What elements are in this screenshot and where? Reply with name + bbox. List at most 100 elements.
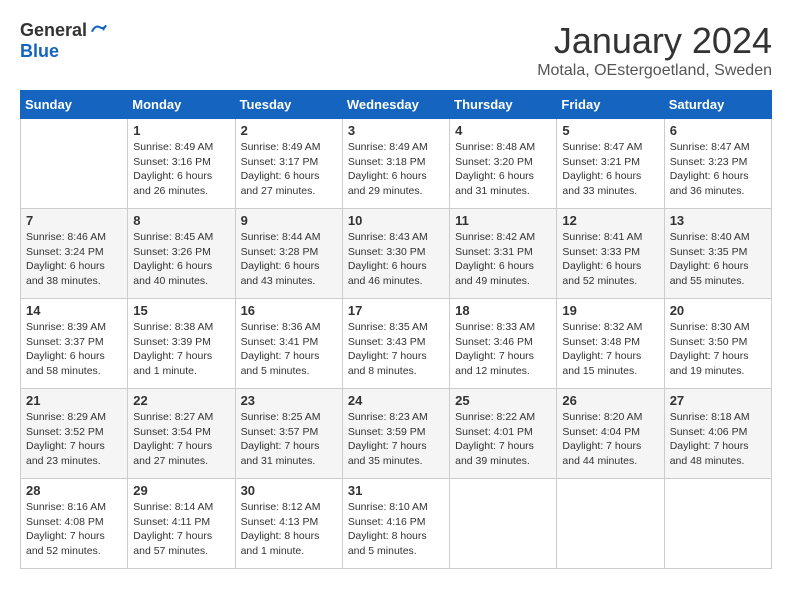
calendar-cell: 4 Sunrise: 8:48 AM Sunset: 3:20 PM Daylig… (450, 119, 557, 209)
title-section: January 2024 Motala, OEstergoetland, Swe… (537, 20, 772, 80)
day-number: 31 (348, 483, 444, 498)
day-info: Sunrise: 8:48 AM Sunset: 3:20 PM Dayligh… (455, 140, 551, 199)
calendar-cell: 21 Sunrise: 8:29 AM Sunset: 3:52 PM Dayli… (21, 389, 128, 479)
day-info: Sunrise: 8:49 AM Sunset: 3:18 PM Dayligh… (348, 140, 444, 199)
day-info: Sunrise: 8:33 AM Sunset: 3:46 PM Dayligh… (455, 320, 551, 379)
logo: General Blue (20, 20, 109, 62)
day-info: Sunrise: 8:12 AM Sunset: 4:13 PM Dayligh… (241, 500, 337, 559)
logo-general-text: General (20, 20, 87, 41)
day-info: Sunrise: 8:29 AM Sunset: 3:52 PM Dayligh… (26, 410, 122, 469)
day-number: 15 (133, 303, 229, 318)
calendar-cell (21, 119, 128, 209)
day-info: Sunrise: 8:23 AM Sunset: 3:59 PM Dayligh… (348, 410, 444, 469)
day-info: Sunrise: 8:38 AM Sunset: 3:39 PM Dayligh… (133, 320, 229, 379)
calendar-cell (450, 479, 557, 569)
calendar-cell: 6Sunrise: 8:47 AM Sunset: 3:23 PM Daylig… (664, 119, 771, 209)
day-number: 24 (348, 393, 444, 408)
calendar-cell: 31 Sunrise: 8:10 AM Sunset: 4:16 PM Dayli… (342, 479, 449, 569)
day-info: Sunrise: 8:41 AM Sunset: 3:33 PM Dayligh… (562, 230, 658, 289)
calendar-cell: 28Sunrise: 8:16 AM Sunset: 4:08 PM Dayli… (21, 479, 128, 569)
calendar-cell: 24 Sunrise: 8:23 AM Sunset: 3:59 PM Dayli… (342, 389, 449, 479)
weekday-header-saturday: Saturday (664, 91, 771, 119)
calendar-cell: 30 Sunrise: 8:12 AM Sunset: 4:13 PM Dayli… (235, 479, 342, 569)
day-info: Sunrise: 8:40 AM Sunset: 3:35 PM Dayligh… (670, 230, 766, 289)
calendar-cell: 2Sunrise: 8:49 AM Sunset: 3:17 PM Daylig… (235, 119, 342, 209)
day-number: 3 (348, 123, 444, 138)
calendar-cell: 15 Sunrise: 8:38 AM Sunset: 3:39 PM Dayli… (128, 299, 235, 389)
day-info: Sunrise: 8:27 AM Sunset: 3:54 PM Dayligh… (133, 410, 229, 469)
weekday-header-wednesday: Wednesday (342, 91, 449, 119)
weekday-header-friday: Friday (557, 91, 664, 119)
day-info: Sunrise: 8:44 AM Sunset: 3:28 PM Dayligh… (241, 230, 337, 289)
day-number: 10 (348, 213, 444, 228)
calendar-cell: 13 Sunrise: 8:40 AM Sunset: 3:35 PM Dayli… (664, 209, 771, 299)
calendar-cell: 25 Sunrise: 8:22 AM Sunset: 4:01 PM Dayli… (450, 389, 557, 479)
day-number: 8 (133, 213, 229, 228)
calendar-week-row: 7 Sunrise: 8:46 AM Sunset: 3:24 PM Daylig… (21, 209, 772, 299)
calendar-cell: 22Sunrise: 8:27 AM Sunset: 3:54 PM Dayli… (128, 389, 235, 479)
calendar-cell: 7 Sunrise: 8:46 AM Sunset: 3:24 PM Daylig… (21, 209, 128, 299)
calendar-cell: 17Sunrise: 8:35 AM Sunset: 3:43 PM Dayli… (342, 299, 449, 389)
weekday-header-row: SundayMondayTuesdayWednesdayThursdayFrid… (21, 91, 772, 119)
day-info: Sunrise: 8:35 AM Sunset: 3:43 PM Dayligh… (348, 320, 444, 379)
location-title: Motala, OEstergoetland, Sweden (537, 62, 772, 80)
calendar-week-row: 28Sunrise: 8:16 AM Sunset: 4:08 PM Dayli… (21, 479, 772, 569)
calendar-cell: 8 Sunrise: 8:45 AM Sunset: 3:26 PM Daylig… (128, 209, 235, 299)
day-info: Sunrise: 8:43 AM Sunset: 3:30 PM Dayligh… (348, 230, 444, 289)
calendar-cell (557, 479, 664, 569)
day-info: Sunrise: 8:18 AM Sunset: 4:06 PM Dayligh… (670, 410, 766, 469)
weekday-header-monday: Monday (128, 91, 235, 119)
day-info: Sunrise: 8:25 AM Sunset: 3:57 PM Dayligh… (241, 410, 337, 469)
day-info: Sunrise: 8:36 AM Sunset: 3:41 PM Dayligh… (241, 320, 337, 379)
logo-blue-text: Blue (20, 41, 59, 61)
calendar-cell: 9 Sunrise: 8:44 AM Sunset: 3:28 PM Daylig… (235, 209, 342, 299)
month-title: January 2024 (537, 20, 772, 62)
day-number: 13 (670, 213, 766, 228)
day-number: 20 (670, 303, 766, 318)
calendar-week-row: 21 Sunrise: 8:29 AM Sunset: 3:52 PM Dayli… (21, 389, 772, 479)
day-info: Sunrise: 8:49 AM Sunset: 3:17 PM Dayligh… (241, 140, 337, 199)
day-number: 21 (26, 393, 122, 408)
calendar-cell (664, 479, 771, 569)
day-info: Sunrise: 8:32 AM Sunset: 3:48 PM Dayligh… (562, 320, 658, 379)
calendar-table: SundayMondayTuesdayWednesdayThursdayFrid… (20, 90, 772, 569)
calendar-cell: 12 Sunrise: 8:41 AM Sunset: 3:33 PM Dayli… (557, 209, 664, 299)
day-number: 30 (241, 483, 337, 498)
calendar-week-row: 1Sunrise: 8:49 AM Sunset: 3:16 PM Daylig… (21, 119, 772, 209)
weekday-header-sunday: Sunday (21, 91, 128, 119)
header: General Blue January 2024 Motala, OEster… (20, 20, 772, 80)
day-number: 28 (26, 483, 122, 498)
day-number: 29 (133, 483, 229, 498)
calendar-cell: 20 Sunrise: 8:30 AM Sunset: 3:50 PM Dayli… (664, 299, 771, 389)
day-number: 9 (241, 213, 337, 228)
day-number: 4 (455, 123, 551, 138)
day-info: Sunrise: 8:30 AM Sunset: 3:50 PM Dayligh… (670, 320, 766, 379)
day-info: Sunrise: 8:22 AM Sunset: 4:01 PM Dayligh… (455, 410, 551, 469)
day-number: 12 (562, 213, 658, 228)
calendar-cell: 23Sunrise: 8:25 AM Sunset: 3:57 PM Dayli… (235, 389, 342, 479)
day-number: 26 (562, 393, 658, 408)
weekday-header-thursday: Thursday (450, 91, 557, 119)
day-number: 14 (26, 303, 122, 318)
day-number: 27 (670, 393, 766, 408)
calendar-cell: 14Sunrise: 8:39 AM Sunset: 3:37 PM Dayli… (21, 299, 128, 389)
calendar-cell: 29Sunrise: 8:14 AM Sunset: 4:11 PM Dayli… (128, 479, 235, 569)
calendar-cell: 26Sunrise: 8:20 AM Sunset: 4:04 PM Dayli… (557, 389, 664, 479)
day-info: Sunrise: 8:42 AM Sunset: 3:31 PM Dayligh… (455, 230, 551, 289)
day-info: Sunrise: 8:10 AM Sunset: 4:16 PM Dayligh… (348, 500, 444, 559)
day-info: Sunrise: 8:45 AM Sunset: 3:26 PM Dayligh… (133, 230, 229, 289)
day-number: 18 (455, 303, 551, 318)
calendar-cell: 5Sunrise: 8:47 AM Sunset: 3:21 PM Daylig… (557, 119, 664, 209)
day-info: Sunrise: 8:46 AM Sunset: 3:24 PM Dayligh… (26, 230, 122, 289)
day-number: 6 (670, 123, 766, 138)
calendar-cell: 16 Sunrise: 8:36 AM Sunset: 3:41 PM Dayli… (235, 299, 342, 389)
calendar-cell: 27 Sunrise: 8:18 AM Sunset: 4:06 PM Dayli… (664, 389, 771, 479)
calendar-cell: 3 Sunrise: 8:49 AM Sunset: 3:18 PM Daylig… (342, 119, 449, 209)
day-number: 7 (26, 213, 122, 228)
calendar-cell: 19Sunrise: 8:32 AM Sunset: 3:48 PM Dayli… (557, 299, 664, 389)
day-number: 25 (455, 393, 551, 408)
day-number: 11 (455, 213, 551, 228)
calendar-cell: 18 Sunrise: 8:33 AM Sunset: 3:46 PM Dayli… (450, 299, 557, 389)
day-number: 16 (241, 303, 337, 318)
calendar-cell: 10 Sunrise: 8:43 AM Sunset: 3:30 PM Dayli… (342, 209, 449, 299)
